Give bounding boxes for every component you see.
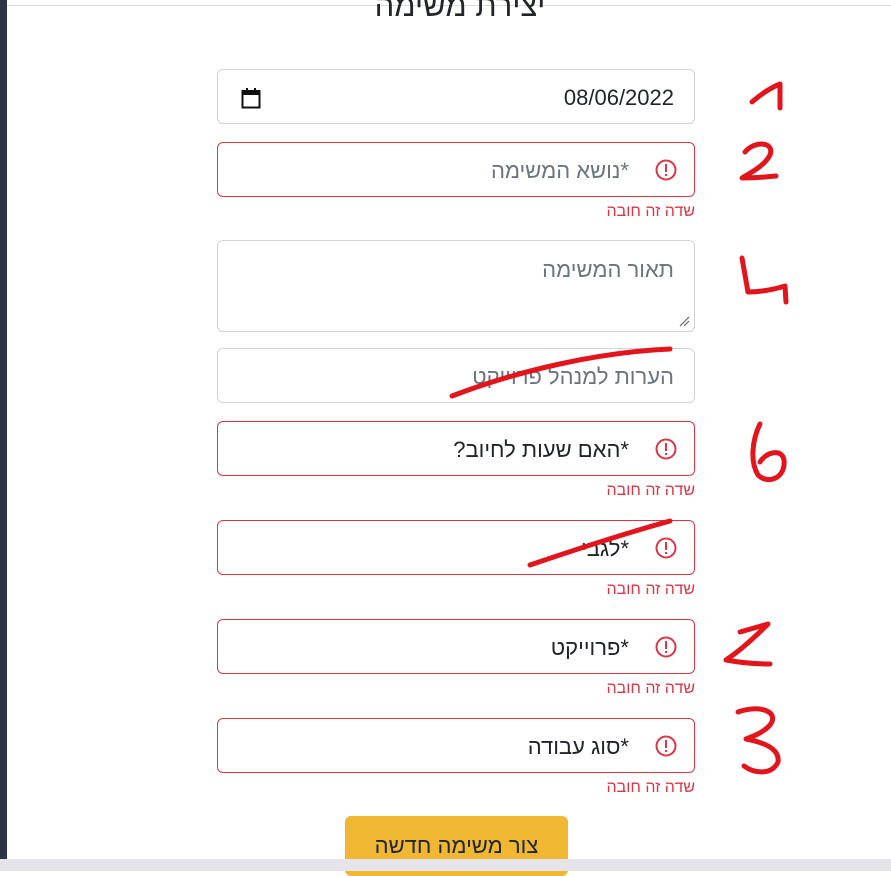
project-error: שדה זה חובה: [606, 680, 696, 697]
annotation-number-3: [735, 706, 781, 775]
work-type-error: שדה זה חובה: [606, 779, 696, 796]
pm-notes-field[interactable]: הערות למנהל פרוייקט: [217, 348, 695, 403]
project-select[interactable]: *פרוייקט: [217, 619, 695, 674]
date-field[interactable]: 08/06/2022: [217, 69, 695, 124]
taskbar-strip: [0, 859, 891, 871]
calendar-icon[interactable]: [241, 87, 261, 109]
regarding-error: שדה זה חובה: [606, 581, 696, 598]
billable-hours-label: *האם שעות לחיוב?: [453, 437, 629, 462]
date-value: 08/06/2022: [563, 85, 674, 110]
description-placeholder: תאור המשימה: [542, 257, 674, 282]
error-icon: [655, 438, 677, 460]
description-textarea[interactable]: תאור המשימה: [217, 240, 695, 332]
error-icon: [655, 159, 677, 181]
page-title: יצירת משימה: [374, 0, 546, 23]
annotation-letter-zayin: [723, 621, 773, 667]
billable-hours-error: שדה זה חובה: [606, 482, 696, 499]
annotation-number-4: [739, 255, 789, 305]
error-icon: [655, 537, 677, 559]
annotation-number-2: [739, 141, 779, 181]
subject-placeholder: *נושא המשימה: [490, 158, 629, 183]
pm-notes-placeholder: הערות למנהל פרוייקט: [472, 364, 674, 389]
work-type-label: *סוג עבודה: [527, 734, 629, 759]
annotation-number-1: [749, 81, 783, 111]
error-icon: [655, 636, 677, 658]
left-sidebar-edge: [0, 0, 7, 871]
work-type-select[interactable]: *סוג עבודה: [217, 718, 695, 773]
error-icon: [655, 735, 677, 757]
subject-error: שדה זה חובה: [606, 203, 696, 220]
regarding-select[interactable]: *לגבי: [217, 520, 695, 575]
subject-field[interactable]: *נושא המשימה: [217, 142, 695, 197]
resize-handle-icon[interactable]: [679, 316, 690, 327]
annotation-number-6: [750, 421, 787, 482]
project-label: *פרוייקט: [550, 635, 629, 660]
regarding-label: *לגבי: [581, 536, 629, 561]
billable-hours-select[interactable]: *האם שעות לחיוב?: [217, 421, 695, 476]
